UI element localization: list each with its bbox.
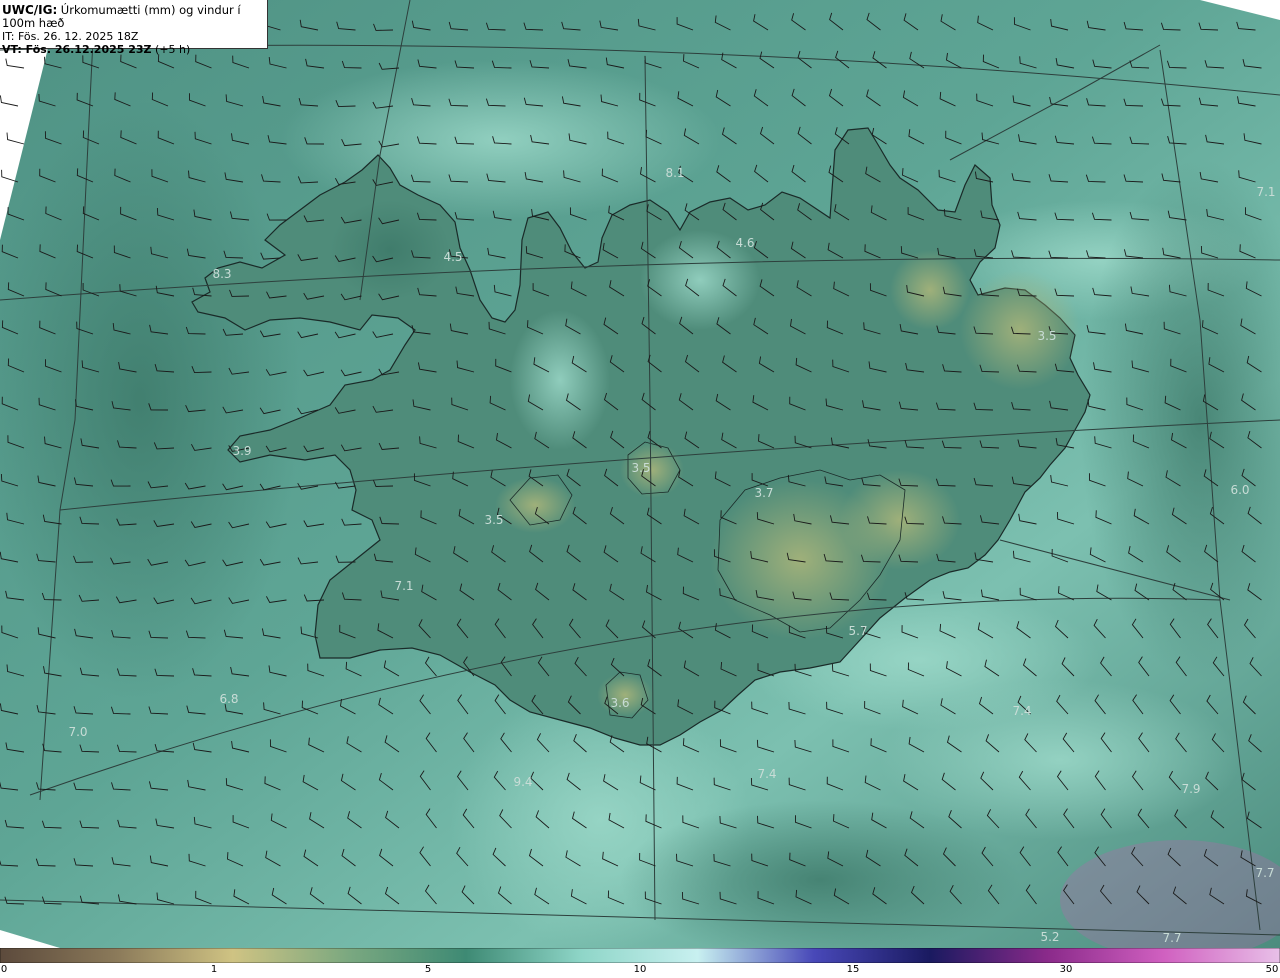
colorbar-tick-label: 1	[210, 964, 218, 975]
valid-time: VT: Fös. 26.12.2025 23Z	[2, 43, 152, 56]
value-label: 7.0	[68, 725, 87, 739]
value-label: 6.0	[1230, 483, 1249, 497]
value-label: 5.7	[848, 624, 867, 638]
valid-time-line: VT: Fös. 26.12.2025 23Z (+5 h)	[2, 43, 267, 56]
value-label: 7.9	[1181, 782, 1200, 796]
value-label: 9.4	[513, 775, 532, 789]
value-label: 8.1	[665, 166, 684, 180]
title-line: UWC/IG: Úrkomumætti (mm) og vindur í 100…	[2, 4, 267, 30]
value-label: 7.7	[1162, 931, 1181, 945]
colorbar-tick-label: 50	[1265, 964, 1279, 975]
value-label: 7.1	[394, 579, 413, 593]
colorbar-tick-label: 5	[424, 964, 432, 975]
value-label: 3.7	[754, 486, 773, 500]
value-label: 4.6	[735, 236, 754, 250]
value-label: 8.3	[212, 267, 231, 281]
forecast-offset: (+5 h)	[155, 43, 191, 56]
colorbar	[0, 948, 1280, 963]
value-label: 4.5	[443, 250, 462, 264]
precipitation-wind-map[interactable]: 4.5 4.6 8.1 7.1 8.3 3.5 3.9 3.5 3.7 6.0 3.5 7.1 5.7 6…	[0, 0, 1280, 948]
value-label: 7.7	[1255, 866, 1274, 880]
colorbar-tick-label: 15	[846, 964, 860, 975]
value-label: 5.2	[1040, 930, 1059, 944]
value-label: 3.5	[631, 461, 650, 475]
colorbar-tick-label: 0	[0, 964, 8, 975]
value-label: 7.4	[1012, 704, 1031, 718]
issue-time: IT: Fös. 26. 12. 2025 18Z	[2, 30, 139, 43]
colorbar-ticks: 0 1 5 10 15 30 50	[0, 963, 1280, 978]
value-label: 3.9	[232, 444, 251, 458]
value-label: 3.6	[610, 696, 629, 710]
value-label: 3.5	[484, 513, 503, 527]
value-label: 6.8	[219, 692, 238, 706]
model-prefix: UWC/IG:	[2, 3, 58, 17]
colorbar-tick-label: 10	[633, 964, 647, 975]
value-label: 3.5	[1037, 329, 1056, 343]
value-label: 7.1	[1256, 185, 1275, 199]
colorbar-tick-label: 30	[1059, 964, 1073, 975]
value-label: 7.4	[757, 767, 776, 781]
map-header: UWC/IG: Úrkomumætti (mm) og vindur í 100…	[0, 0, 268, 56]
